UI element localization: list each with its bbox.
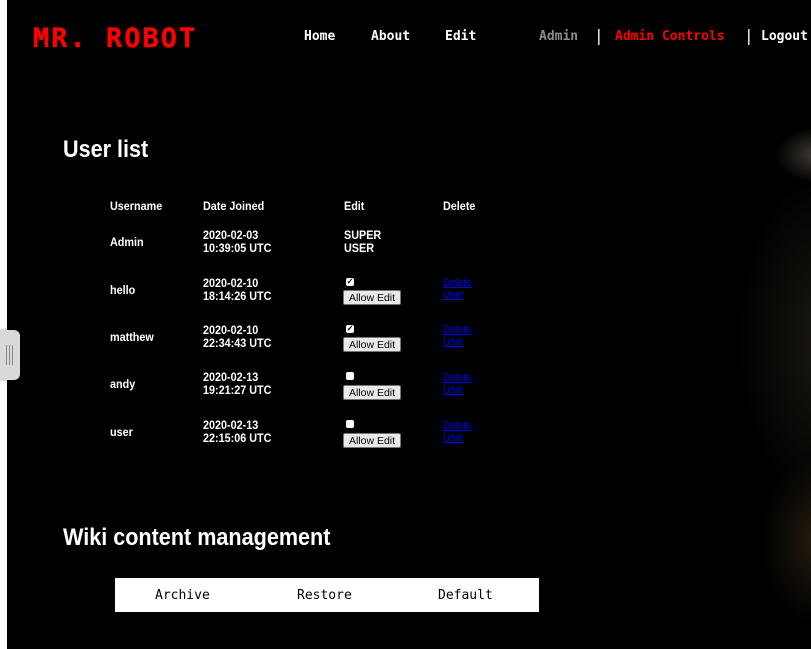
date-value: 2020-02-13 (203, 370, 259, 384)
date-value: 2020-02-13 (203, 418, 259, 432)
allow-edit-button[interactable]: Allow Edit (343, 290, 401, 305)
username-cell: user (110, 425, 133, 439)
date-joined-cell: 2020-02-10 22:34:43 UTC (203, 324, 284, 350)
time-value: 10:39:05 UTC (203, 241, 272, 255)
date-value: 2020-02-10 (203, 276, 259, 290)
edit-checkbox[interactable] (346, 372, 354, 380)
nav-admin-controls-link[interactable]: Admin Controls (615, 29, 725, 44)
nav-admin-label: Admin (539, 29, 579, 44)
username-cell: hello (110, 283, 136, 297)
wiki-action-bar: Archive Restore Default (115, 578, 539, 612)
delete-user-link[interactable]: Delete User (443, 277, 479, 301)
nav-separator: | (744, 26, 754, 45)
allow-edit-button[interactable]: Allow Edit (343, 385, 401, 400)
username-cell: andy (110, 377, 136, 391)
date-joined-cell: 2020-02-03 10:39:05 UTC (203, 229, 284, 255)
column-header-delete: Delete (443, 199, 476, 213)
edit-checkbox[interactable] (346, 420, 354, 428)
delete-user-link[interactable]: Delete User (443, 420, 479, 444)
background-photo (567, 80, 811, 640)
restore-button[interactable]: Restore (297, 588, 352, 603)
time-value: 19:21:27 UTC (203, 383, 272, 397)
side-panel-handle[interactable] (0, 330, 20, 380)
date-value: 2020-02-10 (203, 323, 259, 337)
edit-checkbox[interactable]: ✓ (346, 325, 354, 333)
allow-edit-button[interactable]: Allow Edit (343, 337, 401, 352)
date-joined-cell: 2020-02-13 19:21:27 UTC (203, 371, 284, 397)
column-header-username: Username (110, 199, 163, 213)
super-user-label: SUPER USER (344, 228, 382, 255)
page: MR. ROBOT Home About Edit Admin | Admin … (7, 0, 811, 649)
date-joined-cell: 2020-02-13 22:15:06 UTC (203, 419, 284, 445)
wiki-management-title: Wiki content management (63, 524, 331, 551)
delete-user-link[interactable]: Delete User (443, 372, 479, 396)
nav-logout-link[interactable]: Logout (761, 29, 808, 44)
column-header-date-joined: Date Joined (203, 199, 265, 213)
time-value: 18:14:26 UTC (203, 289, 272, 303)
delete-user-link[interactable]: Delete User (443, 324, 479, 348)
time-value: 22:15:06 UTC (203, 431, 272, 445)
edit-checkbox[interactable]: ✓ (346, 278, 354, 286)
site-logo[interactable]: MR. ROBOT (33, 23, 197, 54)
time-value: 22:34:43 UTC (203, 336, 272, 350)
date-value: 2020-02-03 (203, 228, 259, 242)
user-list-title: User list (63, 136, 149, 163)
archive-button[interactable]: Archive (155, 588, 210, 603)
column-header-edit: Edit (344, 199, 365, 213)
nav-edit-link[interactable]: Edit (445, 29, 476, 44)
username-cell: matthew (110, 330, 154, 344)
nav-about-link[interactable]: About (371, 29, 410, 44)
date-joined-cell: 2020-02-10 18:14:26 UTC (203, 277, 284, 303)
allow-edit-button[interactable]: Allow Edit (343, 433, 401, 448)
nav-home-link[interactable]: Home (304, 29, 335, 44)
username-cell: Admin (110, 235, 144, 249)
default-button[interactable]: Default (438, 588, 493, 603)
grip-icon (6, 345, 14, 365)
nav-separator: | (594, 26, 604, 45)
